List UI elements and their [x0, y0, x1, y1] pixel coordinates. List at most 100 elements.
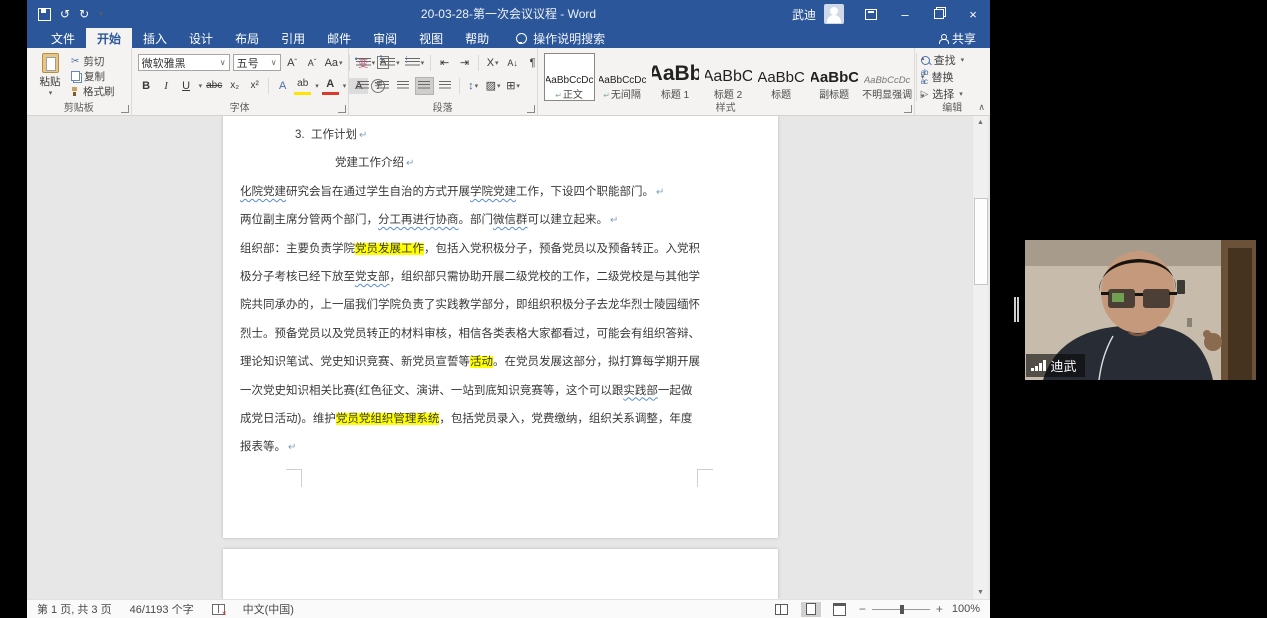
bold-button[interactable]: B — [138, 78, 155, 94]
style-正文[interactable]: AaBbCcDc↵正文 — [544, 53, 595, 101]
zoom-out-button[interactable]: − — [859, 602, 866, 616]
style-标题 2[interactable]: AaBbC标题 2 — [703, 53, 754, 101]
tab-邮件[interactable]: 邮件 — [316, 28, 362, 48]
share-button[interactable]: 共享 — [939, 28, 990, 48]
justify-button[interactable] — [415, 77, 434, 95]
font-name-select[interactable]: 微软雅黑∨ — [138, 54, 230, 71]
subscript-button[interactable]: x₂ — [226, 78, 243, 94]
line-spacing-button[interactable]: ↕▾ — [465, 78, 482, 94]
style-无间隔[interactable]: AaBbCcDc↵无间隔 — [597, 53, 648, 101]
align-center-button[interactable] — [375, 78, 392, 94]
underline-button[interactable]: U — [178, 78, 195, 94]
font-color-button[interactable]: A — [322, 76, 339, 95]
tab-文件[interactable]: 文件 — [40, 28, 86, 48]
style-标题[interactable]: AaBbC标题 — [756, 53, 807, 101]
shrink-font-button[interactable]: A — [304, 55, 321, 71]
asian-layout-button[interactable]: X▾ — [484, 55, 501, 71]
clipboard-dialog-launcher[interactable] — [121, 105, 129, 113]
scissors-icon: ✂ — [71, 56, 79, 67]
scroll-up-arrow-icon[interactable]: ▲ — [973, 116, 988, 129]
bullets-button[interactable]: ▾ — [355, 55, 377, 71]
tab-开始[interactable]: 开始 — [86, 28, 132, 48]
tab-帮助[interactable]: 帮助 — [454, 28, 500, 48]
video-panel-handle[interactable] — [1014, 297, 1019, 322]
align-right-button[interactable] — [395, 78, 412, 94]
format-painter-button[interactable]: 格式刷 — [71, 84, 115, 98]
webcam-video[interactable]: 迪武 — [1025, 240, 1256, 380]
redo-icon[interactable]: ↻ — [79, 7, 89, 21]
style-副标题[interactable]: AaBbC副标题 — [809, 53, 860, 101]
superscript-button[interactable]: x² — [246, 78, 263, 94]
style-标题 1[interactable]: AaBb标题 1 — [650, 53, 701, 101]
tell-me-search[interactable]: 操作说明搜索 — [516, 28, 605, 48]
tab-引用[interactable]: 引用 — [270, 28, 316, 48]
caret-icon: ▾ — [475, 82, 479, 90]
text-run: 组织部：主要负责学院 — [240, 243, 355, 255]
font-color-caret-icon[interactable]: ▾ — [343, 82, 347, 90]
tab-审阅[interactable]: 审阅 — [362, 28, 408, 48]
vertical-scrollbar[interactable]: ▲ ▼ — [972, 116, 988, 599]
grow-font-button[interactable]: A — [284, 55, 301, 71]
read-mode-button[interactable] — [772, 602, 792, 617]
tab-插入[interactable]: 插入 — [132, 28, 178, 48]
caret-icon: ▾ — [516, 82, 520, 90]
language-indicator[interactable]: 中文(中国) — [243, 601, 294, 617]
zoom-level[interactable]: 100% — [952, 603, 980, 615]
web-layout-button[interactable] — [830, 602, 850, 617]
cut-button[interactable]: ✂剪切 — [71, 54, 115, 68]
minimize-button[interactable]: – — [888, 0, 922, 28]
print-layout-button[interactable] — [801, 602, 821, 617]
tab-视图[interactable]: 视图 — [408, 28, 454, 48]
sort-button[interactable]: A↓ — [504, 55, 521, 71]
save-icon[interactable] — [38, 8, 51, 21]
restore-button[interactable] — [922, 0, 956, 28]
highlight-caret-icon[interactable]: ▾ — [315, 82, 319, 90]
tab-设计[interactable]: 设计 — [178, 28, 224, 48]
decrease-indent-button[interactable]: ⇤ — [436, 55, 453, 71]
signed-in-user[interactable]: 武迪 — [784, 6, 824, 23]
caret-icon: ▾ — [421, 59, 425, 67]
strikethrough-button[interactable]: abc — [205, 78, 223, 94]
close-button[interactable]: × — [956, 0, 990, 28]
zoom-in-button[interactable]: + — [936, 602, 943, 616]
word-count[interactable]: 46/1193 个字 — [130, 601, 194, 617]
copy-button[interactable]: 复制 — [71, 69, 115, 83]
text-effects-button[interactable]: A — [274, 78, 291, 94]
font-size-select[interactable]: 五号∨ — [233, 54, 281, 71]
change-case-button[interactable]: Aa▾ — [324, 55, 344, 71]
distribute-icon — [439, 81, 451, 90]
style-name: 标题 1 — [661, 86, 689, 99]
collapse-ribbon-icon[interactable]: ∧ — [978, 102, 985, 113]
undo-icon[interactable]: ↺ — [60, 7, 70, 21]
ribbon-display-options-button[interactable] — [854, 0, 888, 28]
proofing-errors-icon[interactable] — [212, 604, 225, 615]
align-left-button[interactable] — [355, 78, 372, 94]
borders-button[interactable]: ⊞▾ — [505, 78, 522, 94]
text-highlight-color-button[interactable]: ab — [294, 76, 311, 95]
style-不明显强调[interactable]: AaBbCcDc不明显强调 — [862, 53, 913, 101]
zoom-slider-thumb[interactable] — [900, 605, 904, 614]
multilevel-list-button[interactable]: ▾ — [404, 55, 426, 71]
find-button[interactable]: 查找▾ — [921, 53, 965, 68]
zoom-slider[interactable] — [872, 609, 930, 610]
tab-布局[interactable]: 布局 — [224, 28, 270, 48]
replace-button[interactable]: abac替换 — [921, 70, 965, 85]
distribute-button[interactable] — [437, 78, 454, 94]
customize-qat-caret-icon[interactable]: ▾ — [99, 10, 103, 18]
document-page-1[interactable]: 3. 工作计划↵党建工作介绍↵化院党建研究会旨在通过学生自治的方式开展学院党建工… — [223, 116, 778, 538]
font-dialog-launcher[interactable] — [338, 105, 346, 113]
increase-indent-button[interactable]: ⇥ — [456, 55, 473, 71]
italic-button[interactable]: I — [158, 78, 175, 94]
document-page-2[interactable] — [223, 549, 778, 599]
scrollbar-thumb[interactable] — [974, 198, 988, 285]
user-avatar[interactable] — [824, 4, 844, 24]
paragraph-dialog-launcher[interactable] — [527, 105, 535, 113]
paste-button[interactable]: 粘贴 ▾ — [33, 53, 67, 101]
ribbon-display-options-icon — [865, 9, 877, 20]
numbering-button[interactable]: ▾ — [379, 55, 401, 71]
page-indicator[interactable]: 第 1 页, 共 3 页 — [37, 601, 112, 617]
shading-button[interactable]: ▨▾ — [485, 78, 502, 94]
underline-caret-icon[interactable]: ▾ — [199, 82, 203, 90]
scroll-down-arrow-icon[interactable]: ▼ — [973, 586, 988, 599]
styles-dialog-launcher[interactable] — [904, 105, 912, 113]
